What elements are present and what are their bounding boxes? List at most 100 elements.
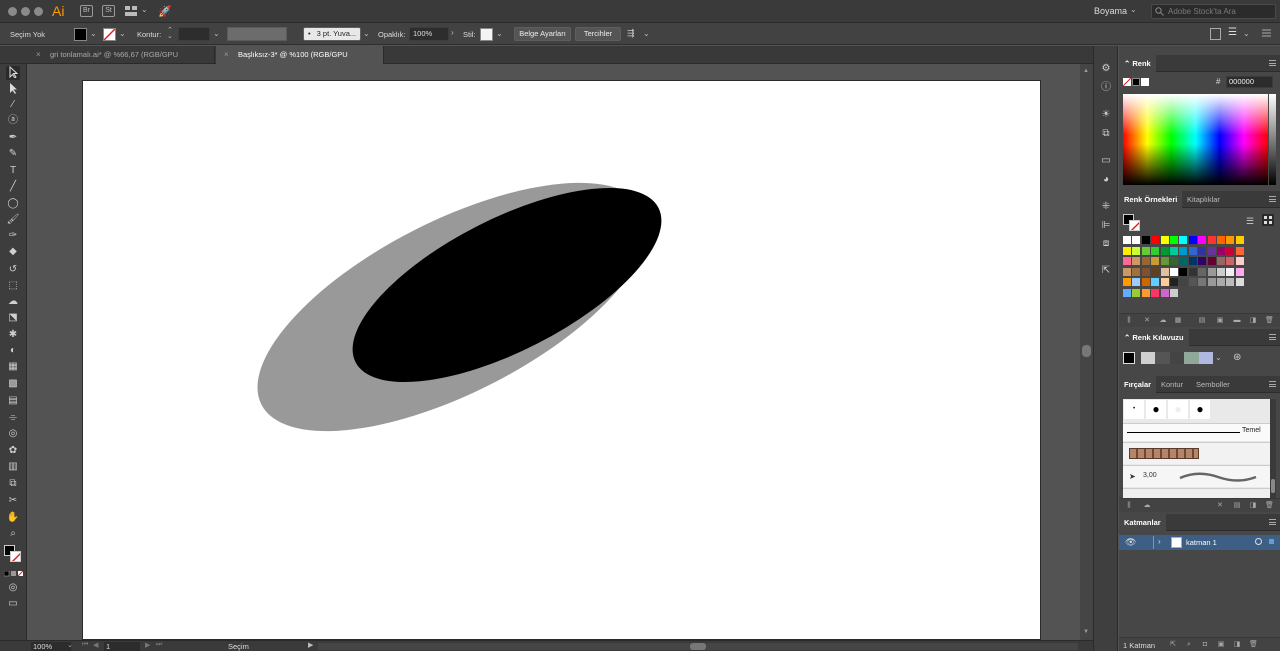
mesh-icon[interactable]: ▩ (6, 377, 20, 391)
tab-color-guide[interactable]: ⌃ Renk Kılavuzu (1119, 329, 1189, 346)
locate-object-icon[interactable]: ⌕ (1185, 641, 1193, 649)
tab-color[interactable]: ⌃ Renk (1119, 55, 1156, 72)
swatch[interactable] (1123, 288, 1131, 297)
swatch[interactable] (1179, 278, 1188, 286)
swatch[interactable] (1188, 246, 1197, 255)
panel-menu-icon[interactable] (1269, 519, 1276, 525)
swatch[interactable] (1217, 236, 1225, 244)
stock-icon[interactable]: St (102, 5, 115, 17)
transform-icon[interactable]: ⁜ (1100, 201, 1112, 213)
first-artboard-icon[interactable]: ⏮ (82, 641, 88, 649)
puppet-warp-icon[interactable]: ✱ (6, 328, 20, 342)
expand-chevron-icon[interactable]: › (1158, 537, 1161, 546)
scale-icon[interactable]: ⬚ (6, 279, 20, 293)
swatch[interactable] (1132, 246, 1141, 255)
gpu-performance-icon[interactable]: 🚀 (158, 5, 172, 18)
panel-menu-icon[interactable] (1269, 60, 1276, 66)
screen-mode-icon[interactable]: ▭ (6, 597, 20, 611)
scroll-up-icon[interactable]: ▲ (1083, 68, 1089, 74)
graphic-style-swatch[interactable] (480, 28, 493, 41)
swatch[interactable] (1226, 236, 1235, 244)
brush-dot-small[interactable]: • (1124, 400, 1144, 419)
eraser-icon[interactable]: ◆ (6, 245, 20, 259)
appearance-icon[interactable]: ☀ (1100, 109, 1112, 121)
blend-icon[interactable]: ◎ (6, 427, 20, 441)
swatch[interactable] (1141, 278, 1150, 286)
new-swatch-icon[interactable]: ◨ (1249, 317, 1257, 325)
stroke-swatch[interactable] (103, 28, 116, 41)
tab-basliksiz-3[interactable]: × Başlıksız-3* @ %100 (RGB/GPU Önizleme) (216, 46, 384, 77)
swatch[interactable] (1235, 246, 1244, 255)
tab-swatches[interactable]: Renk Örnekleri (1119, 191, 1183, 208)
slice-icon[interactable]: ✂ (6, 494, 20, 508)
swatch[interactable] (1207, 246, 1216, 255)
tab-libraries[interactable]: Kitaplıklar (1182, 191, 1225, 208)
stroke-indicator[interactable] (1129, 220, 1140, 231)
pen-icon[interactable]: ✒ (6, 131, 20, 145)
stroke-indicator[interactable] (10, 551, 21, 562)
swatch[interactable] (1132, 257, 1141, 265)
tab-layers[interactable]: Katmanlar (1119, 514, 1166, 531)
swatch[interactable] (1188, 278, 1197, 286)
swatch-grid[interactable] (1123, 236, 1279, 306)
brush-libraries-icon[interactable]: ⫼ (1125, 502, 1133, 510)
workspace-switcher[interactable]: Boyama (1094, 6, 1127, 16)
harmony-strip[interactable] (1141, 352, 1213, 364)
scroll-down-icon[interactable]: ▼ (1083, 629, 1089, 635)
list-view-icon[interactable]: ☰ (1246, 216, 1256, 226)
cc-library-icon[interactable]: ☁ (1143, 502, 1151, 510)
bridge-icon[interactable]: Br (80, 5, 93, 17)
swatch[interactable] (1151, 257, 1160, 265)
color-themes-icon[interactable]: ◕ (1100, 174, 1112, 186)
new-group-folder-icon[interactable]: ▬ (1233, 317, 1241, 325)
panel-menu-icon[interactable] (1269, 196, 1276, 202)
swatch[interactable] (1179, 267, 1188, 276)
swatch[interactable] (1123, 236, 1131, 244)
paintbrush-icon[interactable]: 🖌 (6, 213, 20, 227)
minimize-window-button[interactable] (21, 7, 30, 16)
eye-icon[interactable]: 👁 (1125, 537, 1136, 548)
swatch[interactable] (1123, 246, 1131, 255)
color-spectrum[interactable] (1123, 94, 1268, 185)
artboard[interactable] (82, 80, 1041, 640)
swatch[interactable] (1235, 278, 1244, 286)
export-icon[interactable]: ⇱ (1100, 265, 1112, 277)
align-icon[interactable]: ⊫ (1100, 220, 1112, 232)
thumbnail-view-icon[interactable] (1262, 214, 1274, 226)
swatch[interactable] (1235, 236, 1244, 244)
swatch[interactable] (1123, 278, 1131, 286)
column-graph-icon[interactable]: ▥ (6, 460, 20, 474)
color-wheel-icon[interactable]: ⊛ (1233, 352, 1245, 364)
preferences-button[interactable]: Tercihler (575, 27, 621, 41)
close-tab-icon[interactable]: × (224, 46, 229, 64)
grayscale-ramp[interactable] (1269, 94, 1276, 185)
swatch[interactable] (1179, 236, 1188, 244)
show-kinds-icon[interactable]: ▦ (1174, 317, 1182, 325)
chevron-right-icon[interactable]: › (451, 28, 454, 37)
swatch[interactable] (1198, 236, 1207, 244)
brush-list-scrollbar[interactable] (1270, 399, 1276, 511)
layer-name[interactable]: katman 1 (1186, 538, 1217, 547)
eyedropper-icon[interactable]: ⌯ (6, 411, 20, 425)
arrange-documents-icon[interactable]: ⇶ (627, 28, 639, 40)
base-color-swatch[interactable] (1123, 352, 1135, 364)
trash-icon[interactable]: 🗑 (1265, 317, 1274, 325)
close-tab-icon[interactable]: × (36, 46, 41, 64)
hand-icon[interactable]: ✋ (6, 511, 20, 525)
swatch[interactable] (1235, 267, 1244, 276)
brush-options-icon[interactable]: ▤ (1233, 502, 1241, 510)
swatch[interactable] (1217, 267, 1225, 276)
type-icon[interactable]: T (6, 164, 20, 178)
stock-search-input[interactable]: Adobe Stock'ta Ara (1151, 4, 1276, 19)
properties-icon[interactable]: ⚙ (1100, 63, 1112, 75)
swatch[interactable] (1170, 267, 1178, 276)
direct-selection-tool-icon[interactable] (6, 82, 20, 96)
swatch[interactable] (1217, 257, 1225, 265)
info-icon[interactable]: ⓘ (1100, 82, 1112, 94)
panel-menu-icon[interactable] (1269, 381, 1276, 387)
layer-row[interactable]: 👁 › katman 1 (1119, 535, 1280, 550)
panel-menu-icon[interactable] (1269, 334, 1276, 340)
swatch[interactable] (1160, 236, 1169, 244)
none-swatch[interactable] (1123, 78, 1131, 86)
rotate-icon[interactable]: ↺ (6, 263, 20, 277)
